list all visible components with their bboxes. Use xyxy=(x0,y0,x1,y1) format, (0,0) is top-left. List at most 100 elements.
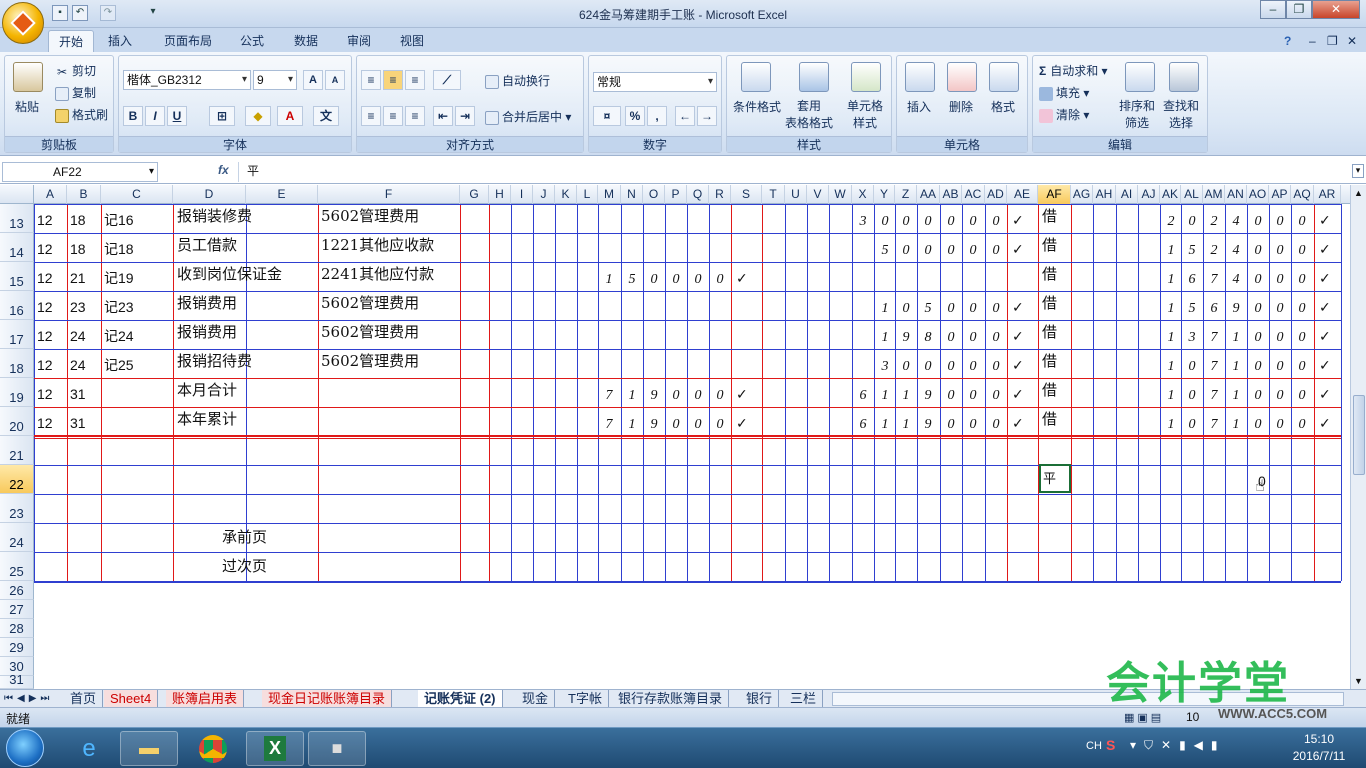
scroll-up-icon[interactable]: ▲ xyxy=(1351,185,1366,201)
start-button[interactable] xyxy=(6,729,44,767)
sheet-tab[interactable]: 记账凭证 (2) xyxy=(418,690,503,708)
scroll-thumb[interactable] xyxy=(1353,395,1365,475)
sheet-tab[interactable]: 现金日记账账簿目录 xyxy=(262,690,393,708)
conditional-format-button[interactable]: 条件格式 xyxy=(733,98,781,115)
column-header[interactable]: G xyxy=(460,185,489,204)
decrease-indent-icon[interactable]: ⇤ xyxy=(433,106,453,126)
column-header[interactable]: AR xyxy=(1314,185,1341,204)
sort-filter-button[interactable]: 排序和 筛选 xyxy=(1119,98,1155,132)
column-header[interactable]: P xyxy=(665,185,687,204)
column-header[interactable]: AK xyxy=(1160,185,1181,204)
column-header[interactable]: A xyxy=(34,185,67,204)
ribbon-restore-icon[interactable]: ❐ xyxy=(1323,30,1342,52)
align-top-icon[interactable]: ≡ xyxy=(361,70,381,90)
clock-date[interactable]: 2016/7/11 xyxy=(1284,749,1354,763)
column-header[interactable]: T xyxy=(762,185,785,204)
wrap-text-button[interactable]: 自动换行 xyxy=(485,72,550,89)
cut-button[interactable]: ✂ 剪切 xyxy=(55,62,96,79)
row-header[interactable]: 19 xyxy=(0,378,34,407)
column-header[interactable]: AH xyxy=(1093,185,1116,204)
row-header[interactable]: 14 xyxy=(0,233,34,262)
paste-button[interactable]: 粘贴 xyxy=(15,98,39,115)
expand-formula-icon[interactable]: ▾ xyxy=(1352,164,1364,178)
borders-icon[interactable]: ⊞ xyxy=(209,106,235,126)
office-button[interactable] xyxy=(2,2,44,44)
phonetic-icon[interactable]: 文 xyxy=(313,106,339,126)
row-header[interactable]: 27 xyxy=(0,600,34,619)
row-header[interactable]: 13 xyxy=(0,204,34,233)
row-header[interactable]: 25 xyxy=(0,552,34,581)
insert-cells-button[interactable]: 插入 xyxy=(907,98,931,115)
column-header[interactable]: AO xyxy=(1247,185,1269,204)
column-header[interactable]: AI xyxy=(1116,185,1138,204)
vertical-scrollbar[interactable]: ▲ ▼ xyxy=(1350,185,1366,689)
tab-scroll-icons[interactable]: ⏮◀▶⏭ xyxy=(4,690,53,708)
copy-button[interactable]: 复制 xyxy=(55,84,96,101)
currency-icon[interactable]: ¤ xyxy=(593,106,621,126)
restore-button[interactable]: ❐ xyxy=(1286,0,1312,19)
sheet-tab[interactable]: T字帐 xyxy=(562,690,609,708)
underline-button[interactable]: U xyxy=(167,106,187,126)
column-header[interactable]: AB xyxy=(940,185,962,204)
font-size-combo[interactable]: 9 xyxy=(253,70,297,90)
column-header[interactable]: U xyxy=(785,185,807,204)
column-header[interactable]: R xyxy=(709,185,731,204)
column-header[interactable]: AC xyxy=(962,185,985,204)
tab-insert[interactable]: 插入 xyxy=(104,30,136,52)
tab-page-layout[interactable]: 页面布局 xyxy=(160,30,216,52)
column-header[interactable]: L xyxy=(577,185,598,204)
column-header[interactable]: F xyxy=(318,185,460,204)
tab-formulas[interactable]: 公式 xyxy=(236,30,268,52)
ribbon-close-icon[interactable]: ✕ xyxy=(1343,30,1361,52)
align-left-icon[interactable]: ≡ xyxy=(361,106,381,126)
autosum-button[interactable]: Σ 自动求和 ▾ xyxy=(1039,62,1108,79)
column-header[interactable]: N xyxy=(621,185,643,204)
sheet-tab[interactable]: 首页 xyxy=(64,690,104,708)
column-header[interactable]: AF xyxy=(1038,185,1071,204)
row-header[interactable]: 28 xyxy=(0,619,34,638)
column-header[interactable]: AD xyxy=(985,185,1007,204)
column-header[interactable]: V xyxy=(807,185,829,204)
worksheet-grid[interactable]: A B C D E F G H I J K L M N O P Q R S T U V W X Y Z AA AB AC AD AE AF AG… xyxy=(0,185,1350,689)
column-header[interactable]: D xyxy=(173,185,246,204)
row-header[interactable]: 16 xyxy=(0,291,34,320)
tab-data[interactable]: 数据 xyxy=(290,30,322,52)
decrease-decimal-icon[interactable]: → xyxy=(697,106,717,126)
format-painter-button[interactable]: 格式刷 xyxy=(55,106,108,123)
sogou-icon[interactable]: S xyxy=(1106,737,1115,753)
row-header[interactable]: 26 xyxy=(0,581,34,600)
column-header[interactable]: O xyxy=(643,185,665,204)
column-header[interactable]: AG xyxy=(1071,185,1093,204)
column-header[interactable]: AN xyxy=(1225,185,1247,204)
format-cells-button[interactable]: 格式 xyxy=(991,98,1015,115)
sheet-tab[interactable]: 银行 xyxy=(740,690,780,708)
formula-input[interactable]: 平 xyxy=(238,162,1350,182)
increase-decimal-icon[interactable]: ← xyxy=(675,106,695,126)
percent-button[interactable]: % xyxy=(625,106,645,126)
align-bottom-icon[interactable]: ≡ xyxy=(405,70,425,90)
column-header[interactable]: I xyxy=(511,185,533,204)
scroll-down-icon[interactable]: ▼ xyxy=(1351,673,1366,689)
column-header[interactable]: AP xyxy=(1269,185,1291,204)
sheet-tab[interactable]: 账簿启用表 xyxy=(166,690,245,708)
column-header[interactable]: Y xyxy=(874,185,895,204)
align-middle-icon[interactable]: ≡ xyxy=(383,70,403,90)
select-all-corner[interactable] xyxy=(0,185,34,204)
row-header[interactable]: 29 xyxy=(0,638,34,657)
number-format-combo[interactable]: 常规 xyxy=(593,72,717,92)
decrease-font-icon[interactable]: A xyxy=(325,70,345,90)
column-header[interactable]: K xyxy=(555,185,577,204)
table-format-button[interactable]: 套用 表格格式 xyxy=(785,98,833,132)
sheet-tab[interactable]: 现金 xyxy=(516,690,556,708)
clear-button[interactable]: 清除 ▾ xyxy=(1039,106,1089,123)
row-header[interactable]: 18 xyxy=(0,349,34,378)
column-header[interactable]: AJ xyxy=(1138,185,1160,204)
column-header[interactable]: E xyxy=(246,185,318,204)
row-header[interactable]: 17 xyxy=(0,320,34,349)
row-header[interactable]: 24 xyxy=(0,523,34,552)
tab-home[interactable]: 开始 xyxy=(48,30,94,52)
delete-cells-button[interactable]: 删除 xyxy=(949,98,973,115)
column-header[interactable]: AQ xyxy=(1291,185,1314,204)
ie-icon[interactable]: e xyxy=(60,731,118,766)
row-header[interactable]: 22 xyxy=(0,465,34,494)
